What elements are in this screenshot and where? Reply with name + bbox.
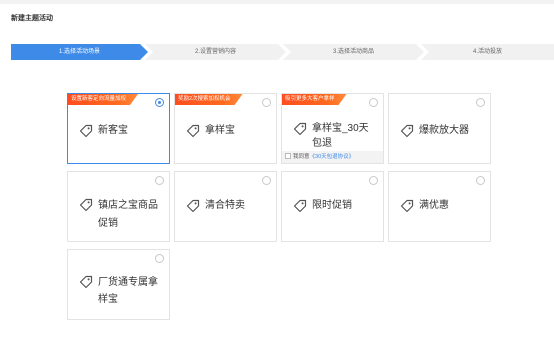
tag-icon — [400, 199, 414, 213]
scene-card-label: 拿样宝_30天包退 — [312, 123, 369, 149]
tag-icon — [293, 122, 307, 136]
step-1-label: 1.选择活动场景 — [58, 49, 100, 55]
scene-card-label: 镇店之宝商品促销 — [98, 200, 158, 229]
tag-icon — [400, 124, 414, 138]
tag-icon — [186, 199, 200, 213]
scene-radio[interactable] — [155, 98, 164, 107]
scene-card-baokuan[interactable]: 爆款放大器 — [388, 93, 491, 164]
scene-card-label: 清合特卖 — [205, 200, 245, 211]
scene-card-label: 爆款放大器 — [419, 125, 469, 136]
scene-card-xinkebao[interactable]: 设置新客定向流量加权 新客宝 — [67, 93, 170, 164]
step-1: 1.选择活动场景 — [11, 44, 148, 60]
tag-icon — [79, 198, 93, 212]
scene-card-xianshi[interactable]: 限时促销 — [281, 171, 384, 242]
scene-card-qinghe[interactable]: 清合特卖 — [174, 171, 277, 242]
scene-card-nayangbao[interactable]: 奖励2次搜索加权机会 拿样宝 — [174, 93, 277, 164]
step-2: 2.设置营销内容 — [145, 44, 286, 60]
scene-card-label: 厂货通专属拿样宝 — [98, 277, 158, 305]
scene-radio[interactable] — [262, 176, 271, 185]
top-bar — [0, 0, 554, 4]
scene-radio[interactable] — [476, 176, 485, 185]
page-title: 新建主题活动 — [11, 15, 53, 22]
scene-card-manyouhui[interactable]: 满优惠 — [388, 171, 491, 242]
scene-card-changhuotong[interactable]: 厂货通专属拿样宝 — [67, 249, 170, 320]
step-4-label: 4.活动投放 — [472, 49, 502, 55]
step-progress: 1.选择活动场景 2.设置营销内容 3.选择活动商品 4.活动投放 — [11, 44, 554, 60]
scene-radio[interactable] — [155, 254, 164, 263]
tag-icon — [79, 124, 93, 138]
scene-card-ribbon: 奖励2次搜索加权机会 — [175, 94, 243, 105]
scene-card-ribbon: 吸引更多大客户拿样 — [282, 94, 347, 105]
scene-card-label: 新客宝 — [98, 125, 128, 136]
scene-radio[interactable] — [155, 176, 164, 185]
scene-card-label: 拿样宝 — [205, 125, 235, 136]
scene-card-ribbon: 设置新客定向流量加权 — [68, 94, 138, 105]
scene-card-zhendian[interactable]: 镇店之宝商品促销 — [67, 171, 170, 242]
step-3: 3.选择活动商品 — [283, 44, 424, 60]
scene-radio[interactable] — [369, 176, 378, 185]
agreement-link[interactable]: 《30天包退协议》 — [310, 154, 355, 160]
scene-radio[interactable] — [476, 98, 485, 107]
agreement-checkbox[interactable] — [285, 153, 291, 159]
tag-icon — [79, 275, 93, 289]
scene-card-nayangbao-30day[interactable]: 吸引更多大客户拿样 拿样宝_30天包退 我同意《30天包退协议》 — [281, 93, 384, 164]
agreement-row: 我同意《30天包退协议》 — [282, 151, 383, 163]
scene-radio[interactable] — [369, 98, 378, 107]
step-2-label: 2.设置营销内容 — [194, 49, 236, 55]
scene-card-label: 满优惠 — [419, 200, 449, 211]
agreement-text: 我同意 — [293, 154, 310, 160]
tag-icon — [186, 124, 200, 138]
step-3-label: 3.选择活动商品 — [332, 49, 374, 55]
step-4: 4.活动投放 — [421, 44, 554, 60]
tag-icon — [293, 199, 307, 213]
scene-radio[interactable] — [262, 98, 271, 107]
scene-card-label: 限时促销 — [312, 200, 352, 211]
